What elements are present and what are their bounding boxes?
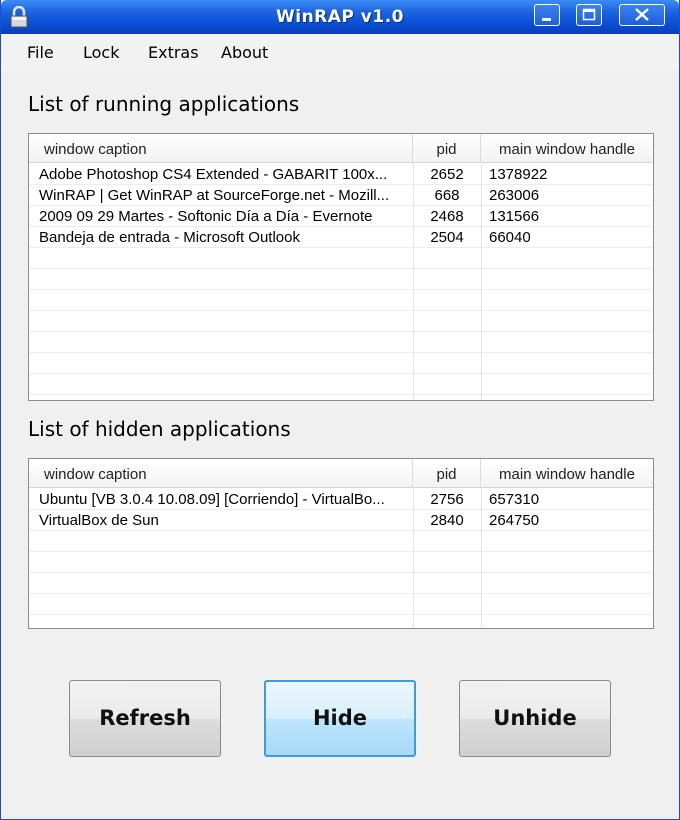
menu-file[interactable]: File xyxy=(27,43,54,62)
hide-button[interactable]: Hide xyxy=(264,680,416,757)
caption-cell: VirtualBox de Sun xyxy=(39,512,159,529)
refresh-button[interactable]: Refresh xyxy=(69,680,221,757)
maximize-icon xyxy=(582,8,596,21)
unhide-button[interactable]: Unhide xyxy=(459,680,611,757)
table-row[interactable]: WinRAP | Get WinRAP at SourceForge.net -… xyxy=(29,185,653,206)
empty-row xyxy=(29,395,653,400)
running-list-header: window caption pid main window handle xyxy=(29,134,653,163)
minimize-icon xyxy=(542,18,551,21)
pid-cell: 668 xyxy=(434,187,460,204)
pid-cell: 2756 xyxy=(430,491,464,508)
empty-row xyxy=(29,311,653,332)
empty-row xyxy=(29,332,653,353)
column-header-caption[interactable]: window caption xyxy=(29,459,413,487)
caption-cell: Ubuntu [VB 3.0.4 10.08.09] [Corriendo] -… xyxy=(39,491,385,508)
empty-row xyxy=(29,374,653,395)
handle-cell: 66040 xyxy=(489,229,531,246)
title-bar[interactable]: WinRAP v1.0 xyxy=(1,0,679,34)
hidden-list-title: List of hidden applications xyxy=(28,417,291,441)
empty-row xyxy=(29,573,653,594)
handle-cell: 131566 xyxy=(489,208,540,225)
close-icon xyxy=(635,8,649,21)
pid-cell: 2504 xyxy=(430,229,464,246)
empty-row xyxy=(29,290,653,311)
hidden-apps-list[interactable]: window caption pid main window handle Ub… xyxy=(28,458,654,629)
minimize-button[interactable] xyxy=(534,4,560,26)
column-header-caption[interactable]: window caption xyxy=(29,134,413,162)
menu-bar: File Lock Extras About xyxy=(1,34,679,70)
empty-row xyxy=(29,353,653,374)
pid-cell: 2840 xyxy=(430,512,464,529)
pid-cell: 2468 xyxy=(430,208,464,225)
menu-lock[interactable]: Lock xyxy=(83,43,119,62)
empty-row xyxy=(29,248,653,269)
column-header-pid[interactable]: pid xyxy=(413,459,481,487)
column-header-handle[interactable]: main window handle xyxy=(481,134,653,162)
pid-cell: 2652 xyxy=(430,166,464,183)
empty-row xyxy=(29,531,653,552)
empty-row xyxy=(29,269,653,290)
hidden-list-header: window caption pid main window handle xyxy=(29,459,653,488)
handle-cell: 263006 xyxy=(489,187,540,204)
hidden-list-body: Ubuntu [VB 3.0.4 10.08.09] [Corriendo] -… xyxy=(29,489,653,615)
menu-about[interactable]: About xyxy=(221,43,268,62)
empty-row xyxy=(29,594,653,615)
handle-cell: 657310 xyxy=(489,491,540,508)
running-list-body: Adobe Photoshop CS4 Extended - GABARIT 1… xyxy=(29,164,653,400)
caption-cell: 2009 09 29 Martes - Softonic Día a Día -… xyxy=(39,208,373,225)
column-header-handle[interactable]: main window handle xyxy=(481,459,653,487)
menu-extras[interactable]: Extras xyxy=(148,43,199,62)
running-apps-list[interactable]: window caption pid main window handle Ad… xyxy=(28,133,654,401)
winrap-window: WinRAP v1.0 File Lock Extras About List … xyxy=(0,0,680,820)
table-row[interactable]: 2009 09 29 Martes - Softonic Día a Día -… xyxy=(29,206,653,227)
caption-cell: WinRAP | Get WinRAP at SourceForge.net -… xyxy=(39,187,390,204)
column-header-pid[interactable]: pid xyxy=(413,134,481,162)
maximize-button[interactable] xyxy=(576,4,602,26)
handle-cell: 1378922 xyxy=(489,166,548,183)
table-row[interactable]: Adobe Photoshop CS4 Extended - GABARIT 1… xyxy=(29,164,653,185)
handle-cell: 264750 xyxy=(489,512,540,529)
table-row[interactable]: Ubuntu [VB 3.0.4 10.08.09] [Corriendo] -… xyxy=(29,489,653,510)
caption-cell: Bandeja de entrada - Microsoft Outlook xyxy=(39,229,300,246)
table-row[interactable]: Bandeja de entrada - Microsoft Outlook 2… xyxy=(29,227,653,248)
caption-cell: Adobe Photoshop CS4 Extended - GABARIT 1… xyxy=(39,166,388,183)
empty-row xyxy=(29,552,653,573)
running-list-title: List of running applications xyxy=(28,92,300,116)
table-row[interactable]: VirtualBox de Sun 2840 264750 xyxy=(29,510,653,531)
close-button[interactable] xyxy=(619,4,665,26)
